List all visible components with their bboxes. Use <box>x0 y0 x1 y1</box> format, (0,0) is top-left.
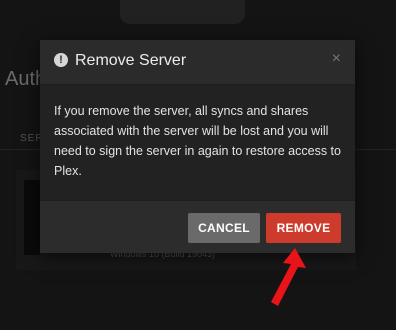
dialog-message: If you remove the server, all syncs and … <box>54 104 341 178</box>
cancel-button[interactable]: CANCEL <box>188 213 260 243</box>
annotation-arrow-icon <box>271 248 306 306</box>
alert-circle-icon: ! <box>54 53 68 67</box>
close-icon[interactable]: × <box>332 50 341 68</box>
remove-button[interactable]: REMOVE <box>266 213 341 243</box>
dialog-title: Remove Server <box>75 52 187 69</box>
dialog-body: If you remove the server, all syncs and … <box>40 84 355 201</box>
remove-server-dialog: ! Remove Server × If you remove the serv… <box>40 40 355 253</box>
dialog-header: ! Remove Server × <box>40 40 355 84</box>
